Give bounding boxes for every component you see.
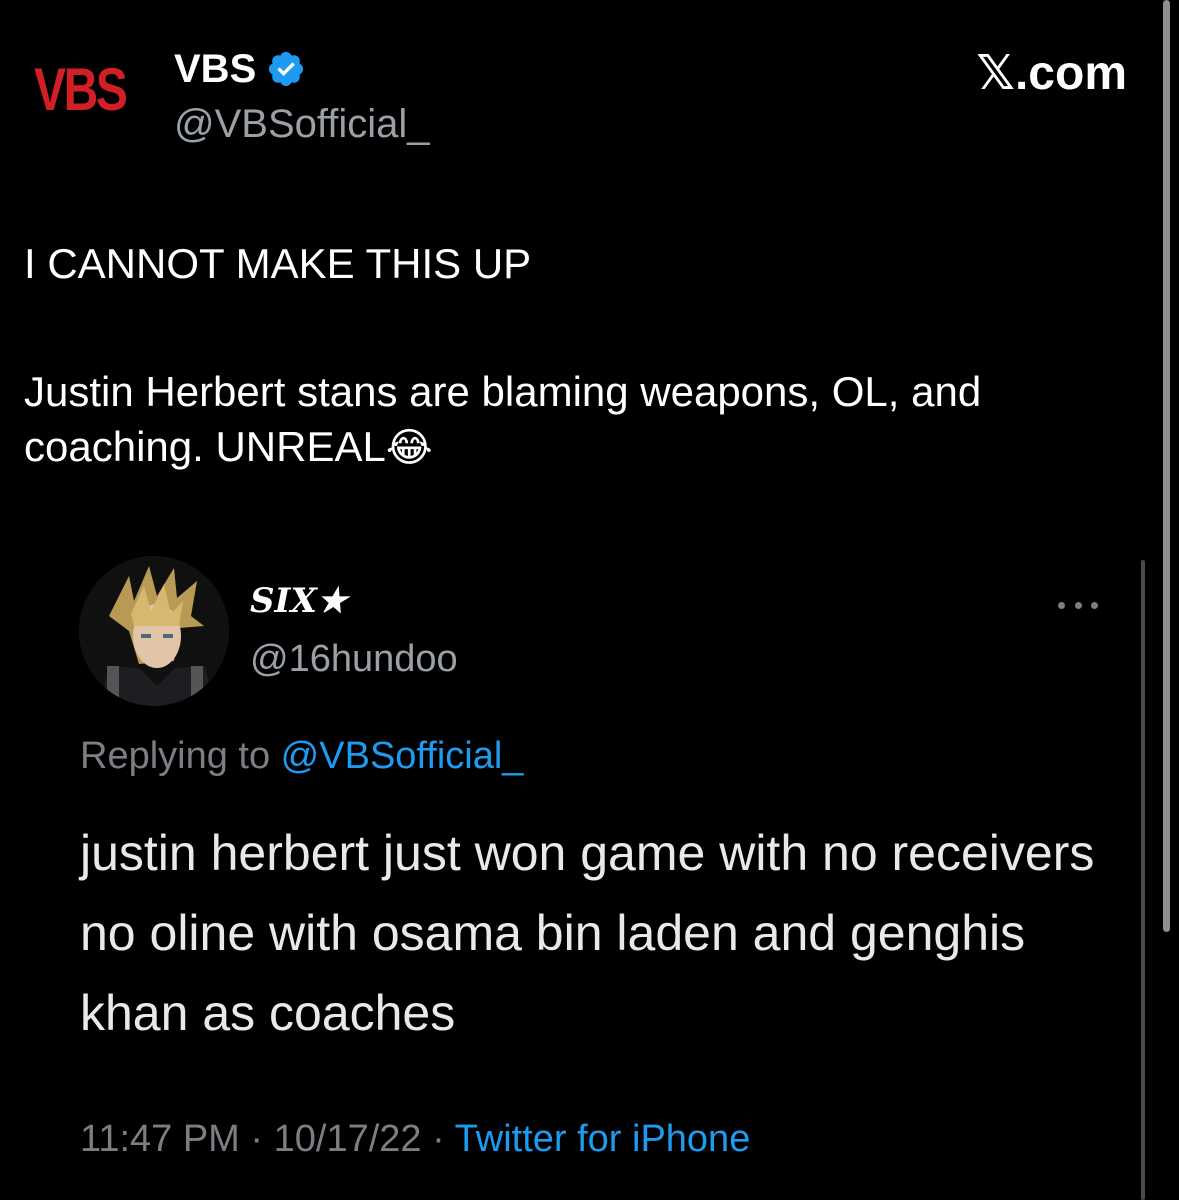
tweet-text-body: Justin Herbert stans are blaming weapons… <box>24 368 982 470</box>
meta-separator: · <box>421 1118 455 1160</box>
avatar[interactable] <box>79 556 229 706</box>
vbs-logo[interactable]: VBS <box>34 60 128 120</box>
tweet-header: VBS VBS @VBSofficial_ 𝕏.com <box>0 0 1179 160</box>
quoted-author-name[interactable]: SIX★ <box>250 584 347 618</box>
replying-to-prefix: Replying to <box>80 735 281 777</box>
replying-to-handle-link[interactable]: @VBSofficial_ <box>281 735 524 777</box>
more-dot <box>1091 601 1098 609</box>
tweet-date: 10/17/22 <box>273 1118 422 1160</box>
quoted-tweet-text: justin herbert just won game with no rec… <box>80 825 1095 1041</box>
tweet-meta-footer: 11:47 PM · 10/17/22 · Twitter for iPhone <box>80 1120 750 1158</box>
meta-separator: · <box>239 1118 274 1160</box>
author-display-name[interactable]: VBS <box>174 49 256 89</box>
x-site-label: 𝕏.com <box>976 47 1127 100</box>
more-options-icon[interactable] <box>1058 598 1098 612</box>
more-dot <box>1074 601 1082 609</box>
verified-badge-icon <box>266 49 306 89</box>
avatar-image <box>79 556 229 706</box>
quoted-tweet-scrollbar[interactable] <box>1141 560 1145 1200</box>
author-name-row[interactable]: VBS <box>174 49 306 89</box>
tweet-text-line-2: Justin Herbert stans are blaming weapons… <box>24 365 1134 474</box>
quoted-author-handle[interactable]: @16hundoo <box>250 640 458 678</box>
author-handle[interactable]: @VBSofficial_ <box>174 104 430 144</box>
laughing-emoji-icon: 😂 <box>385 425 433 470</box>
tweet-text-line-1: I CANNOT MAKE THIS UP <box>24 240 532 287</box>
tweet-time: 11:47 PM <box>80 1118 240 1160</box>
more-dot <box>1058 601 1065 609</box>
replying-to-line: Replying to @VBSofficial_ <box>80 737 523 775</box>
tweet-source-link[interactable]: Twitter for iPhone <box>455 1118 751 1160</box>
